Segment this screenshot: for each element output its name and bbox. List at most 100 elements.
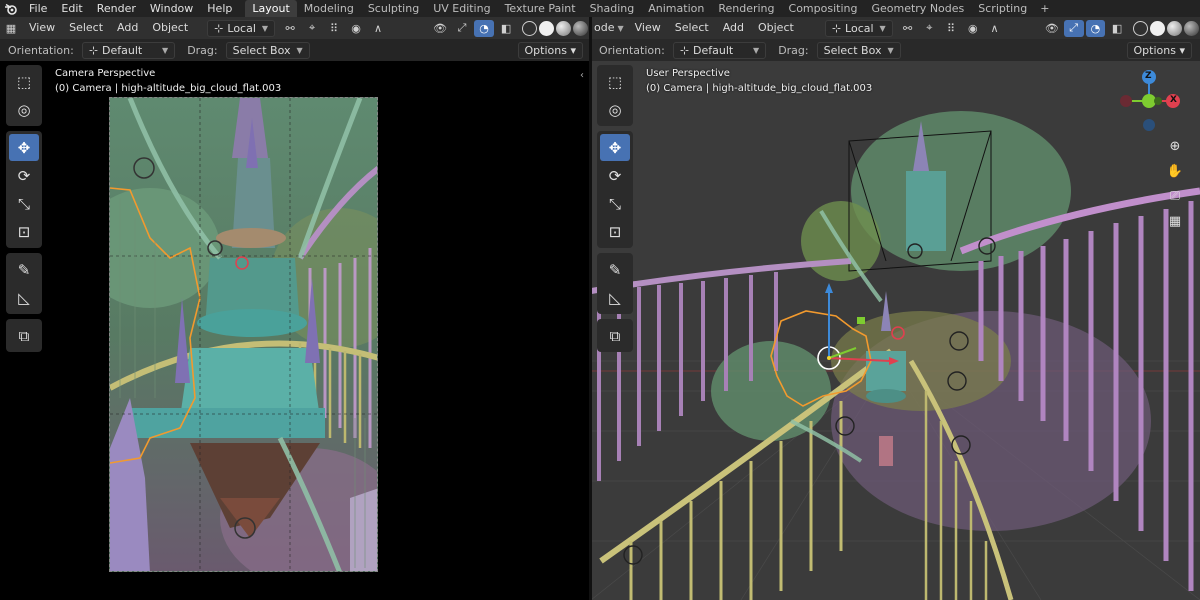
cursor-icon[interactable]: ◎: [9, 96, 39, 123]
drag-dropdown-right[interactable]: Select Box ▼: [816, 41, 901, 59]
falloff-icon[interactable]: ∧: [368, 20, 388, 37]
proportional-icon[interactable]: ◉: [963, 20, 983, 37]
toolbar-group: ✎ ◺: [597, 253, 633, 314]
move-icon[interactable]: ✥: [9, 134, 39, 161]
scale-icon[interactable]: ⤡: [600, 190, 630, 217]
measure-icon[interactable]: ◺: [600, 284, 630, 311]
menu-window[interactable]: Window: [143, 0, 200, 17]
tab-uv-editing[interactable]: UV Editing: [426, 0, 497, 17]
sidebar-toggle-icon[interactable]: ‹: [580, 70, 584, 81]
orientation-value: Default: [102, 43, 143, 57]
mode-dropdown-fragment[interactable]: ode: [591, 17, 617, 39]
falloff-icon[interactable]: ∧: [985, 20, 1005, 37]
overlay-icon[interactable]: ◔: [474, 19, 495, 37]
material-shading-icon[interactable]: [1167, 20, 1182, 36]
menu-view-left[interactable]: View: [22, 17, 62, 39]
add-cube-icon[interactable]: ⧉: [9, 322, 39, 349]
menu-file[interactable]: File: [22, 0, 54, 17]
camera-viewport[interactable]: ▦ View Select Add Object ⊹ Local ▼ ⚯ ⌖ ⠿…: [0, 17, 591, 600]
orientation-label: Orientation:: [599, 43, 665, 57]
rotate-icon[interactable]: ⟳: [600, 162, 630, 189]
add-cube-icon[interactable]: ⧉: [600, 322, 630, 349]
visibility-icon[interactable]: 👁: [430, 20, 450, 37]
shading-modes: [521, 20, 589, 36]
visibility-icon[interactable]: 👁: [1042, 20, 1062, 37]
tab-geometry-nodes[interactable]: Geometry Nodes: [864, 0, 971, 17]
select-box-icon[interactable]: ⬚: [600, 68, 630, 95]
rendered-shading-icon[interactable]: [573, 20, 589, 36]
wireframe-shading-icon[interactable]: [1133, 20, 1148, 36]
navigation-gizmo[interactable]: Z X: [1116, 67, 1196, 147]
chevron-down-icon: ▼: [162, 45, 169, 55]
scale-icon[interactable]: ⤡: [9, 190, 39, 217]
transform-orientation-dropdown-left[interactable]: ⊹ Local ▼: [207, 19, 276, 37]
transform-icon[interactable]: ⊡: [9, 218, 39, 245]
tab-shading[interactable]: Shading: [583, 0, 642, 17]
toolbar-group: ✥ ⟳ ⤡ ⊡: [597, 131, 633, 248]
orientation-dropdown-right[interactable]: ⊹ Default ▼: [672, 41, 767, 59]
gizmo-toggle-icon[interactable]: ⤢: [1063, 19, 1084, 37]
tab-texture-paint[interactable]: Texture Paint: [498, 0, 583, 17]
orientation-dropdown-left[interactable]: ⊹ Default ▼: [81, 41, 176, 59]
wireframe-shading-icon[interactable]: [522, 20, 538, 36]
rendered-shading-icon[interactable]: [1184, 20, 1199, 36]
cursor-icon[interactable]: ◎: [600, 96, 630, 123]
tab-rendering[interactable]: Rendering: [711, 0, 781, 17]
menu-view-right[interactable]: View: [628, 17, 668, 39]
solid-shading-icon[interactable]: [1150, 20, 1165, 36]
blender-logo-icon[interactable]: [0, 0, 22, 17]
snap-icon[interactable]: ⌖: [302, 20, 322, 37]
annotate-icon[interactable]: ✎: [9, 256, 39, 283]
transform-icon[interactable]: ⊡: [600, 218, 630, 245]
menu-object-right[interactable]: Object: [751, 17, 801, 39]
tab-compositing[interactable]: Compositing: [782, 0, 865, 17]
perspective-grid-icon[interactable]: ▦: [1163, 209, 1187, 233]
transform-orientation-value: Local: [845, 21, 874, 35]
rotate-icon[interactable]: ⟳: [9, 162, 39, 189]
snap-grid-icon[interactable]: ⠿: [941, 20, 961, 37]
pan-hand-icon[interactable]: ✋: [1163, 159, 1187, 183]
measure-icon[interactable]: ◺: [9, 284, 39, 311]
move-icon[interactable]: ✥: [600, 134, 630, 161]
solid-shading-icon[interactable]: [539, 20, 555, 36]
select-box-icon[interactable]: ⬚: [9, 68, 39, 95]
menu-select-left[interactable]: Select: [62, 17, 110, 39]
camera-frame-render: [109, 97, 378, 572]
menu-add-left[interactable]: Add: [110, 17, 145, 39]
tab-animation[interactable]: Animation: [641, 0, 711, 17]
gizmo-toggle-icon[interactable]: ⤢: [452, 20, 472, 37]
menu-render[interactable]: Render: [90, 0, 143, 17]
tab-sculpting[interactable]: Sculpting: [361, 0, 426, 17]
user-viewport[interactable]: ode ▼ View Select Add Object ⊹ Local ▼ ⚯…: [591, 17, 1200, 600]
menu-help[interactable]: Help: [200, 0, 239, 17]
annotate-icon[interactable]: ✎: [600, 256, 630, 283]
chevron-down-icon: ▼: [261, 23, 269, 33]
overlay-icon[interactable]: ◔: [1085, 19, 1106, 37]
snap-grid-icon[interactable]: ⠿: [324, 20, 344, 37]
snap-icon[interactable]: ⌖: [919, 20, 939, 37]
plus-icon[interactable]: +: [1034, 2, 1055, 15]
zoom-icon[interactable]: ⊕: [1163, 134, 1187, 158]
xray-icon[interactable]: ◧: [496, 20, 516, 37]
pivot-icon[interactable]: ⚯: [280, 20, 300, 37]
drag-dropdown-left[interactable]: Select Box ▼: [225, 41, 310, 59]
tab-scripting[interactable]: Scripting: [971, 0, 1034, 17]
camera-view-icon[interactable]: ⎚: [1163, 184, 1187, 208]
pivot-icon[interactable]: ⚯: [898, 20, 918, 37]
proportional-icon[interactable]: ◉: [346, 20, 366, 37]
menu-add-right[interactable]: Add: [716, 17, 751, 39]
xray-icon[interactable]: ◧: [1107, 20, 1127, 37]
transform-orientation-dropdown-right[interactable]: ⊹ Local ▼: [824, 19, 893, 37]
pane-divider[interactable]: [589, 17, 592, 600]
user-scene-render: [591, 61, 1200, 600]
menu-object-left[interactable]: Object: [145, 17, 195, 39]
menu-select-right[interactable]: Select: [668, 17, 716, 39]
material-shading-icon[interactable]: [556, 20, 572, 36]
tab-layout[interactable]: Layout: [245, 0, 297, 17]
editor-type-icon[interactable]: ▦: [1, 20, 21, 37]
viewport-info-right: User Perspective (0) Camera | high-altit…: [646, 66, 872, 96]
options-button-left[interactable]: Options ▾: [517, 41, 583, 59]
menu-edit[interactable]: Edit: [54, 0, 89, 17]
options-button-right[interactable]: Options ▾: [1126, 41, 1192, 59]
tab-modeling[interactable]: Modeling: [297, 0, 361, 17]
